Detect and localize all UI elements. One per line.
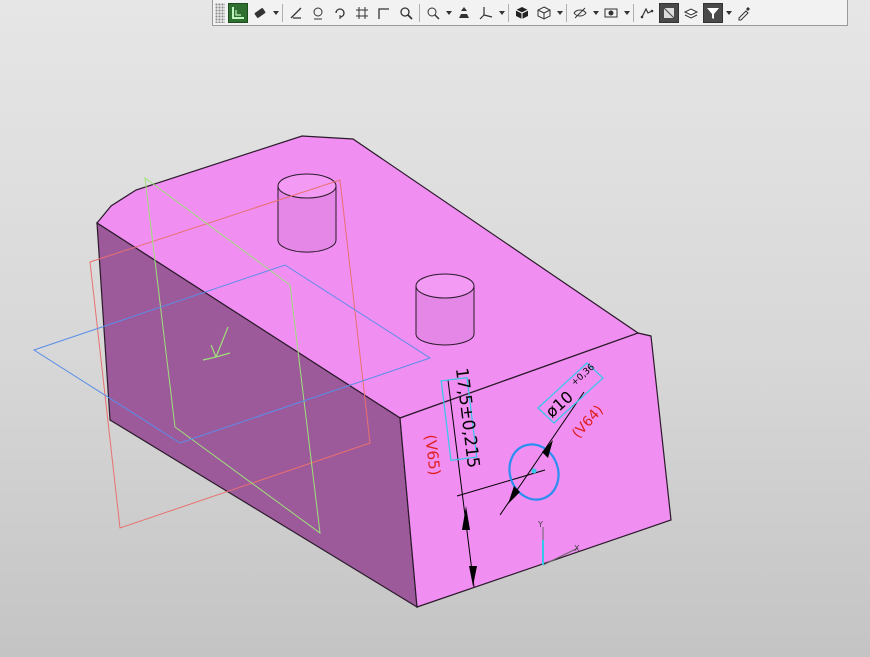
grip-icon[interactable] [215, 2, 225, 23]
dropdown-arrow[interactable] [271, 3, 280, 23]
dropdown-arrow[interactable] [444, 3, 453, 23]
appearance-icon[interactable] [659, 2, 679, 23]
toolbar-divider [282, 3, 283, 22]
toolbar-divider [508, 3, 509, 22]
grid-icon[interactable] [352, 3, 372, 23]
view-toolbar [212, 0, 848, 26]
dropdown-arrow[interactable] [724, 3, 733, 23]
zoom-icon[interactable] [396, 3, 416, 23]
hide-icon[interactable] [570, 3, 590, 23]
section-view-icon[interactable] [601, 3, 621, 23]
view-orient-icon[interactable] [308, 3, 328, 23]
shaded-cube-icon[interactable] [512, 3, 532, 23]
toolbar-divider [566, 3, 567, 22]
toolbar-divider [419, 3, 420, 22]
3d-viewport[interactable]: 17,5±0,215 (V65) ø10 +0,36 (V64) Y X [0, 0, 870, 657]
select-filter-icon[interactable] [228, 2, 248, 23]
toolbar-divider [633, 3, 634, 22]
measure-icon[interactable] [286, 3, 306, 23]
view-rotate-icon[interactable] [330, 3, 350, 23]
boss-1[interactable] [277, 173, 337, 253]
pan-icon[interactable] [454, 3, 474, 23]
dropdown-arrow[interactable] [622, 3, 631, 23]
snap-corner-icon[interactable] [374, 3, 394, 23]
layers-icon[interactable] [637, 3, 657, 23]
axis-x-label: X [574, 544, 580, 553]
zoom-window-icon[interactable] [423, 3, 443, 23]
axis-triad-icon[interactable] [476, 3, 496, 23]
wireframe-cube-icon[interactable] [534, 3, 554, 23]
eraser-icon[interactable] [250, 3, 270, 23]
axis-y-label: Y [537, 520, 543, 529]
layer-stack-icon[interactable] [681, 3, 701, 23]
boss-2[interactable] [415, 273, 475, 346]
dropdown-arrow[interactable] [591, 3, 600, 23]
filter-icon[interactable] [703, 2, 723, 23]
dropdown-arrow[interactable] [555, 3, 564, 23]
eyedropper-icon[interactable] [734, 3, 754, 23]
dropdown-arrow[interactable] [497, 3, 506, 23]
